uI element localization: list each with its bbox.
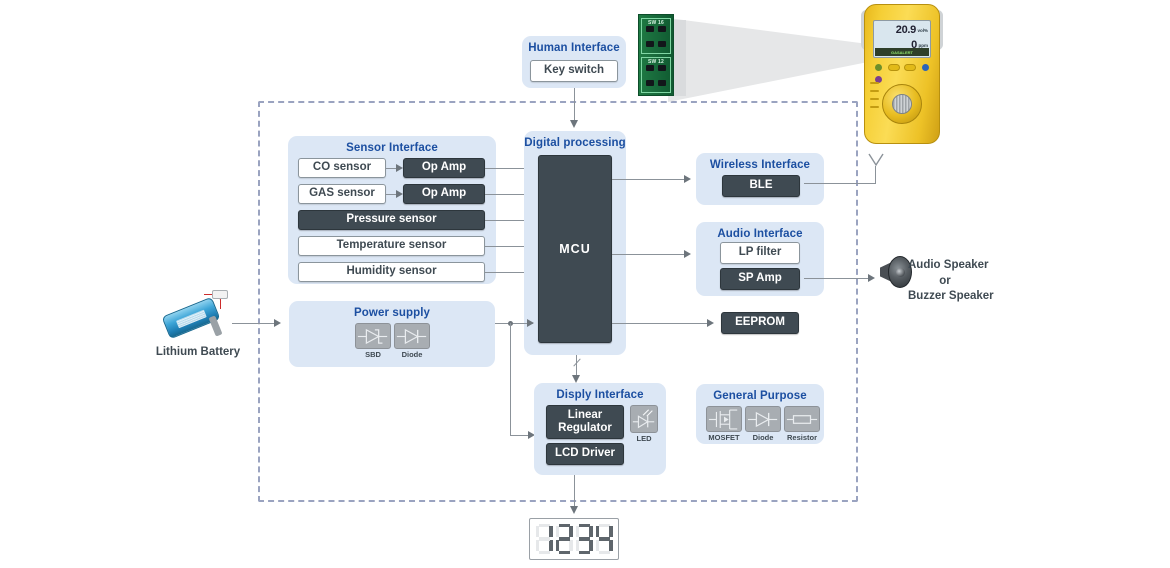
lcd-seven-segment-display [529,518,619,560]
detector-led-blue [922,64,929,71]
speaker-label-line3: Buzzer Speaker [908,290,994,303]
sbd-caption: SBD [365,350,381,359]
group-display-interface-title: Disply Interface [556,389,644,401]
block-lp-filter[interactable]: LP filter [720,242,800,264]
group-human-interface-title: Human Interface [528,42,620,54]
group-audio-interface: Audio Interface LP filter SP Amp [696,222,824,296]
connector-spamp-to-speaker [804,278,872,279]
diode-icon-gp [745,406,781,432]
resistor-caption: Resistor [786,433,817,442]
lcd-digit-3 [575,524,593,554]
diode-icon-ps [394,323,430,349]
group-audio-interface-title: Audio Interface [717,228,803,240]
arrow-keyswitch-to-mcu [569,120,578,128]
arrow-mcu-to-display [571,375,580,383]
connector-power-to-display [510,323,511,435]
group-general-purpose: General Purpose MOSFET Diode Resistor [696,384,824,444]
connector-battery-to-power [232,323,278,324]
arrow-spamp-to-speaker [868,274,875,282]
mosfet-caption: MOSFET [708,433,740,442]
schottky-diode-icon [355,323,391,349]
detector-button-2[interactable] [904,64,916,71]
arrow-gas-to-opamp [396,190,403,198]
arrow-battery-to-power [274,319,281,327]
block-linear-regulator[interactable]: Linear Regulator [546,405,624,439]
speaker-label: Audio Speaker or Buzzer Speaker [908,258,1048,305]
group-digital-processing-title: Digital processing [524,137,626,149]
lcd-digit-4 [595,524,613,554]
diode-caption-ps: Diode [401,350,423,359]
detector-button-1[interactable] [888,64,900,71]
block-op-amp-1[interactable]: Op Amp [403,158,485,178]
battery-label: Lithium Battery [155,346,241,358]
group-power-supply: Power supply SBD Diode [289,301,495,367]
detector-led-green [875,64,882,71]
block-eeprom[interactable]: EEPROM [721,312,799,334]
arrow-co-to-opamp [396,164,403,172]
resistor-icon [784,406,820,432]
group-digital-processing: Digital processing MCU [524,131,626,355]
led-caption: LED [636,434,652,443]
group-human-interface: Human Interface Key switch [522,36,626,88]
arrow-display-to-lcd [569,506,578,514]
group-wireless-interface: Wireless Interface BLE [696,153,824,205]
arrow-power-to-mcu [527,319,534,327]
arrow-mcu-to-eeprom [707,319,714,327]
block-op-amp-2[interactable]: Op Amp [403,184,485,204]
connector-display-to-lcd [574,475,575,510]
block-linear-regulator-label-2: Regulator [558,422,612,434]
group-sensor-interface: Sensor Interface CO sensor Op Amp GAS se… [288,136,496,284]
connector-mcu-to-audio [612,254,688,255]
speaker-label-line1: Audio Speaker [908,259,989,271]
lcd-digit-1 [535,524,553,554]
block-temperature-sensor[interactable]: Temperature sensor [298,236,485,256]
detector-status-bar: GASALERT [875,48,929,56]
detector-sensor-port [882,84,922,124]
block-co-sensor[interactable]: CO sensor [298,158,386,178]
group-general-purpose-title: General Purpose [713,390,807,402]
connector-keyswitch-to-mcu [574,88,575,124]
group-power-supply-title: Power supply [354,307,430,319]
block-pressure-sensor[interactable]: Pressure sensor [298,210,485,230]
detector-screen: 20.9 vol% 0 ppm GASALERT [873,20,931,58]
block-humidity-sensor[interactable]: Humidity sensor [298,262,485,282]
group-sensor-interface-title: Sensor Interface [346,142,438,154]
detector-reading-1-value: 20.9 [895,24,917,36]
led-icon [630,405,658,433]
diode-caption-gp: Diode [752,433,774,442]
detector-reading-2-unit: ppm [918,42,929,48]
block-key-switch[interactable]: Key switch [530,60,618,82]
block-lcd-driver[interactable]: LCD Driver [546,443,624,465]
group-wireless-interface-title: Wireless Interface [709,159,811,171]
mosfet-icon [706,406,742,432]
block-mcu[interactable]: MCU [538,155,612,343]
antenna-icon [868,153,884,167]
pcb-board: SW 16 SW 12 [638,14,674,96]
lcd-digit-2 [555,524,573,554]
connector-mcu-to-ble [612,179,688,180]
block-gas-sensor[interactable]: GAS sensor [298,184,386,204]
connector-mcu-to-eeprom [612,323,709,324]
gas-detector-device: 20.9 vol% 0 ppm GASALERT [861,4,943,144]
block-sp-amp[interactable]: SP Amp [720,268,800,290]
pcb-shadow [674,20,686,96]
arrow-mcu-to-ble [684,175,691,183]
light-beam-cone [668,18,868,102]
speaker-label-line2: or [939,274,951,287]
block-diagram-canvas: SW 16 SW 12 20.9 vol% 0 ppm GASALERT Hum… [0,0,1170,568]
connector-ble-to-antenna [804,183,876,184]
group-display-interface: Disply Interface Linear Regulator LCD Dr… [534,383,666,475]
battery-icon [160,290,232,344]
detector-reading-1-unit: vol% [917,27,928,33]
block-linear-regulator-label-1: Linear [567,408,603,421]
arrow-mcu-to-audio [684,250,691,258]
block-ble[interactable]: BLE [722,175,800,197]
